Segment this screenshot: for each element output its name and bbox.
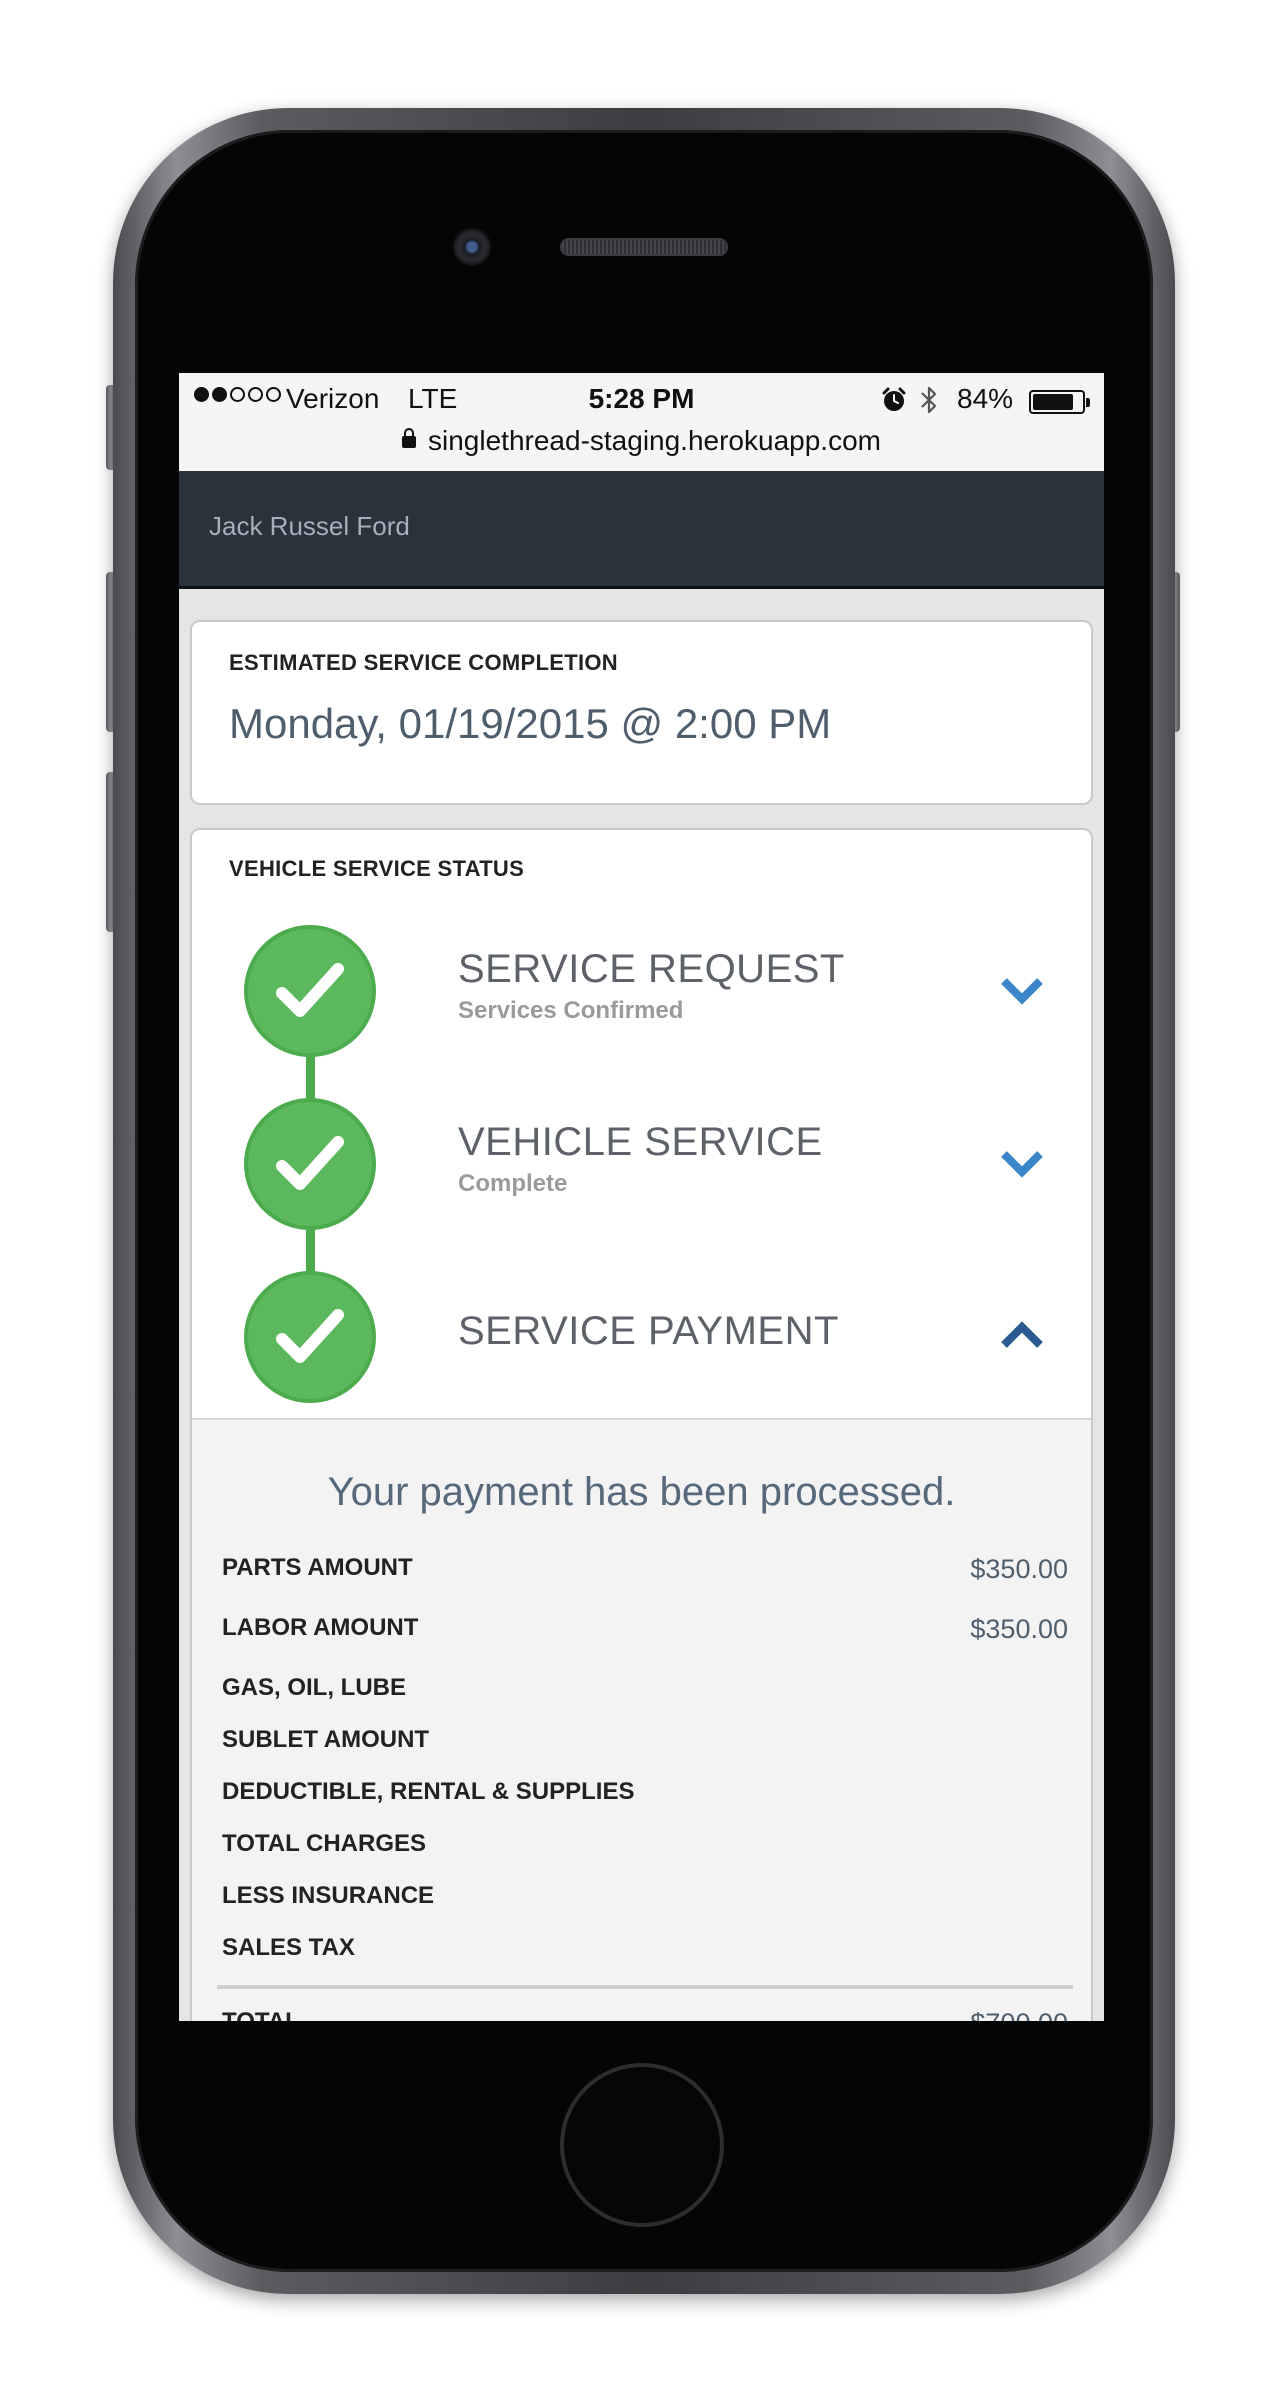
step-complete-indicator bbox=[244, 1098, 376, 1230]
payment-row: DEDUCTIBLE, RENTAL & SUPPLIES bbox=[222, 1778, 1068, 1818]
bluetooth-icon bbox=[921, 386, 937, 414]
step-vehicle-service[interactable]: VEHICLE SERVICE Complete bbox=[192, 1098, 1091, 1238]
status-bar: Verizon LTE 5:28 PM 84% singlethread-sta… bbox=[179, 373, 1104, 471]
battery-percent: 84% bbox=[957, 383, 1014, 414]
battery-cap bbox=[1086, 398, 1090, 407]
app-header: Jack Russel Ford bbox=[179, 471, 1104, 589]
home-button[interactable] bbox=[560, 2063, 724, 2227]
payment-row-label: LABOR AMOUNT bbox=[222, 1614, 419, 1641]
payment-row: LESS INSURANCE bbox=[222, 1882, 1068, 1922]
payment-row: SALES TAX bbox=[222, 1934, 1068, 1974]
total-label: TOTAL bbox=[222, 2008, 300, 2021]
total-divider bbox=[217, 1985, 1073, 1989]
battery-level-fill bbox=[1033, 394, 1074, 410]
step-service-payment[interactable]: SERVICE PAYMENT bbox=[192, 1271, 1091, 1411]
payment-row: PARTS AMOUNT $350.00 bbox=[222, 1554, 1068, 1594]
earpiece-speaker bbox=[560, 238, 728, 256]
step-title: VEHICLE SERVICE bbox=[458, 1120, 823, 1164]
payment-row: LABOR AMOUNT $350.00 bbox=[222, 1614, 1068, 1654]
payment-details-panel: Your payment has been processed. PARTS A… bbox=[192, 1418, 1091, 2021]
lock-icon bbox=[402, 428, 417, 448]
checkmark-icon bbox=[276, 1309, 344, 1363]
step-complete-indicator bbox=[244, 925, 376, 1057]
eta-card: ESTIMATED SERVICE COMPLETION Monday, 01/… bbox=[190, 620, 1093, 805]
payment-row-label: LESS INSURANCE bbox=[222, 1882, 435, 1909]
phone-screen: Verizon LTE 5:28 PM 84% singlethread-sta… bbox=[179, 373, 1104, 2021]
eta-value: Monday, 01/19/2015 @ 2:00 PM bbox=[229, 700, 832, 747]
payment-row-value: $350.00 bbox=[970, 1554, 1068, 1584]
payment-row-label: TOTAL CHARGES bbox=[222, 1830, 427, 1857]
service-status-card: VEHICLE SERVICE STATUS SERVICE REQUEST S… bbox=[190, 828, 1093, 2021]
payment-row-label: PARTS AMOUNT bbox=[222, 1554, 413, 1581]
payment-row-label: DEDUCTIBLE, RENTAL & SUPPLIES bbox=[222, 1778, 635, 1805]
payment-row: GAS, OIL, LUBE bbox=[222, 1674, 1068, 1714]
payment-row: SUBLET AMOUNT bbox=[222, 1726, 1068, 1766]
payment-row-label: GAS, OIL, LUBE bbox=[222, 1674, 407, 1701]
payment-row: TOTAL CHARGES bbox=[222, 1830, 1068, 1870]
payment-row-label: SALES TAX bbox=[222, 1934, 355, 1961]
step-subtitle: Complete bbox=[458, 1170, 568, 1197]
chevron-down-icon[interactable] bbox=[1000, 1150, 1044, 1178]
payment-total-row: TOTAL $700.00 bbox=[222, 2008, 1068, 2021]
chevron-down-icon[interactable] bbox=[1000, 977, 1044, 1005]
checkmark-icon bbox=[276, 1136, 344, 1190]
checkmark-icon bbox=[276, 963, 344, 1017]
alarm-icon bbox=[882, 387, 906, 411]
step-service-request[interactable]: SERVICE REQUEST Services Confirmed bbox=[192, 925, 1091, 1065]
chevron-up-icon[interactable] bbox=[1000, 1321, 1044, 1349]
payment-message: Your payment has been processed. bbox=[327, 1470, 956, 1514]
step-subtitle: Services Confirmed bbox=[458, 997, 684, 1024]
total-value: $700.00 bbox=[970, 2008, 1068, 2021]
step-complete-indicator bbox=[244, 1271, 376, 1403]
battery-icon bbox=[1029, 390, 1090, 414]
payment-row-label: SUBLET AMOUNT bbox=[222, 1726, 430, 1753]
step-title: SERVICE PAYMENT bbox=[458, 1309, 839, 1353]
url-text: singlethread-staging.herokuapp.com bbox=[428, 425, 881, 456]
payment-row-value: $350.00 bbox=[970, 1614, 1068, 1644]
status-label: VEHICLE SERVICE STATUS bbox=[229, 856, 525, 881]
front-camera bbox=[453, 228, 491, 266]
step-title: SERVICE REQUEST bbox=[458, 947, 845, 991]
eta-label: ESTIMATED SERVICE COMPLETION bbox=[229, 650, 618, 675]
address-bar[interactable]: singlethread-staging.herokuapp.com bbox=[179, 425, 1104, 457]
dealer-name[interactable]: Jack Russel Ford bbox=[209, 511, 410, 542]
